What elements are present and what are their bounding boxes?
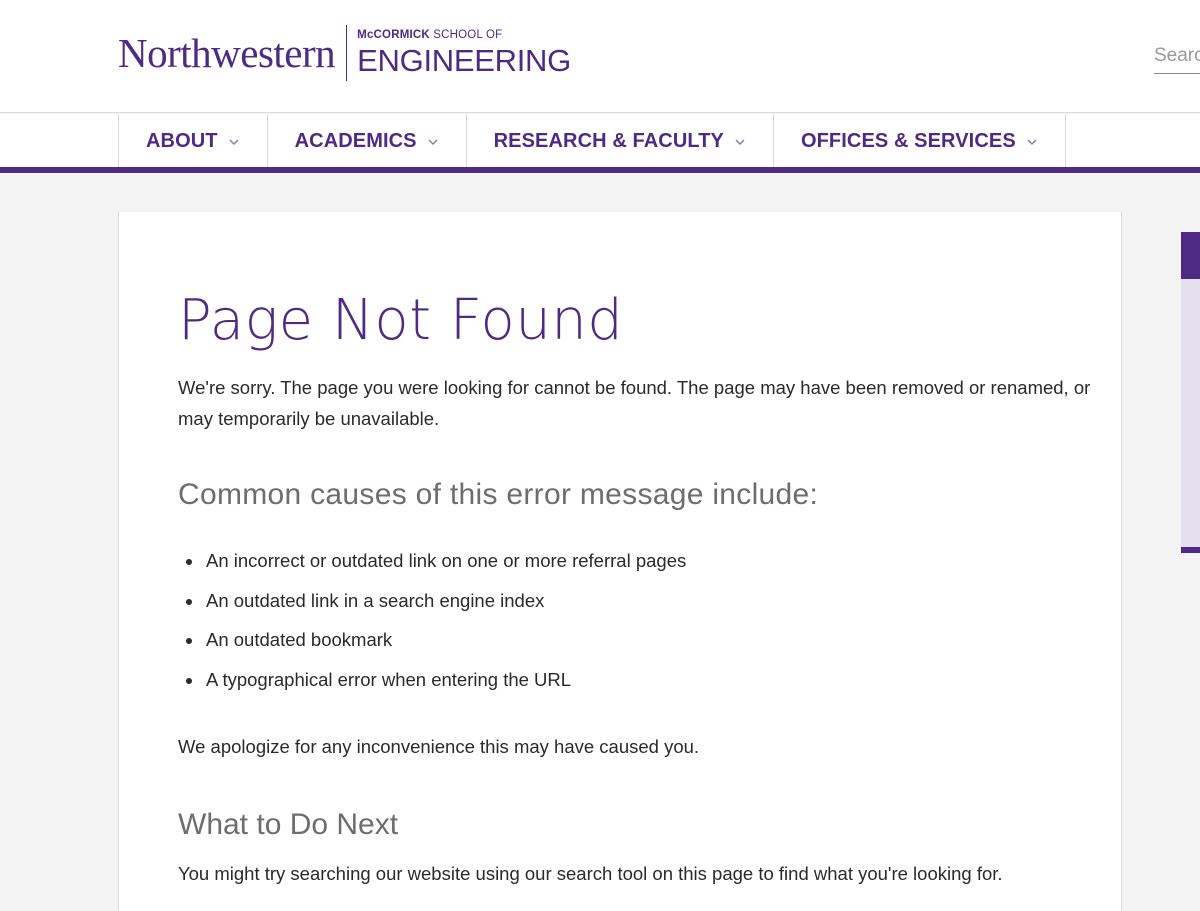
search-input[interactable] <box>1154 38 1200 73</box>
chevron-down-icon <box>428 139 438 146</box>
list-item-text: An outdated bookmark <box>206 629 393 650</box>
chevron-down-icon <box>735 139 745 146</box>
nav-item-about[interactable]: ABOUT <box>119 114 268 168</box>
list-item: An incorrect or outdated link on one or … <box>178 546 686 586</box>
nav-item-label: RESEARCH & FACULTY <box>493 129 724 152</box>
next-heading: What to Do Next <box>178 808 399 841</box>
bullet-icon <box>186 559 192 565</box>
next-text: You might try searching our website usin… <box>178 863 1003 884</box>
nav-item-offices-services[interactable]: OFFICES & SERVICES <box>774 114 1066 168</box>
causes-heading: Common causes of this error message incl… <box>178 478 819 511</box>
nav-item-academics[interactable]: ACADEMICS <box>268 114 467 168</box>
mccormick-wordmark: McCORMICK SCHOOL OF ENGINEERING <box>357 30 571 76</box>
chevron-down-icon <box>1027 139 1037 146</box>
list-item: A typographical error when entering the … <box>178 665 686 705</box>
side-panel-accent <box>1181 547 1200 553</box>
nav-item-research-faculty[interactable]: RESEARCH & FACULTY <box>467 114 774 168</box>
apology-text: We apologize for any inconvenience this … <box>178 736 700 757</box>
northwestern-wordmark: Northwestern <box>118 29 336 76</box>
chevron-down-icon <box>229 139 239 146</box>
content-card: Page Not Found We're sorry. The page you… <box>118 212 1122 911</box>
list-item: An outdated bookmark <box>178 625 686 665</box>
list-item: An outdated link in a search engine inde… <box>178 586 686 626</box>
side-panel-header <box>1181 232 1200 279</box>
logo-school-top: McCORMICK SCHOOL OF <box>357 30 571 42</box>
main-nav: ABOUT ACADEMICS RESEARCH & FACULTY OFFIC… <box>0 114 1200 168</box>
site-logo[interactable]: Northwestern McCORMICK SCHOOL OF ENGINEE… <box>118 24 571 82</box>
site-header: Northwestern McCORMICK SCHOOL OF ENGINEE… <box>0 0 1200 113</box>
nav-item-label: ABOUT <box>146 129 218 152</box>
list-item-text: A typographical error when entering the … <box>206 668 572 690</box>
bullet-icon <box>186 677 192 684</box>
logo-school-bold: McCORMICK <box>357 29 430 42</box>
bullet-icon <box>186 638 192 644</box>
page-title: Page Not Found <box>178 288 624 353</box>
nav-accent-bar <box>0 167 1200 173</box>
intro-text: We're sorry. The page you were looking f… <box>178 377 1091 429</box>
logo-school-bottom: ENGINEERING <box>357 42 571 78</box>
bullet-icon <box>186 598 192 605</box>
list-item-text: An outdated link in a search engine inde… <box>206 589 545 611</box>
logo-divider <box>346 25 348 81</box>
logo-school-rest: SCHOOL OF <box>429 29 503 42</box>
side-panel <box>1181 232 1200 553</box>
nav-item-label: OFFICES & SERVICES <box>800 129 1016 152</box>
nav-items: ABOUT ACADEMICS RESEARCH & FACULTY OFFIC… <box>118 114 1066 168</box>
nav-item-label: ACADEMICS <box>294 129 417 152</box>
search-field[interactable] <box>1154 38 1200 74</box>
list-item-text: An incorrect or outdated link on one or … <box>206 550 687 571</box>
causes-list: An incorrect or outdated link on one or … <box>178 546 686 704</box>
